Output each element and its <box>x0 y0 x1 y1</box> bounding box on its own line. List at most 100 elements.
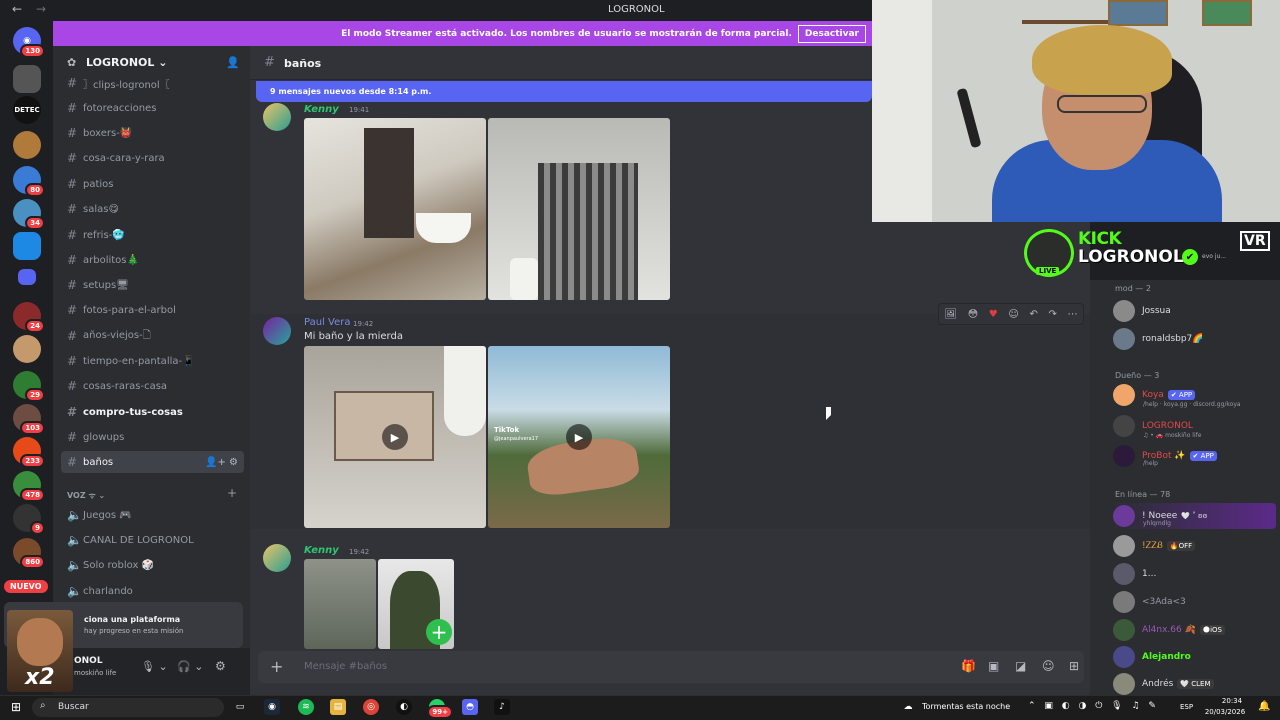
gif-icon[interactable]: ▣ <box>988 659 999 673</box>
message-author[interactable]: Kenny <box>304 545 339 556</box>
reaction-icon[interactable]: 🖼 <box>944 309 957 320</box>
microphone-icon[interactable]: 🎙 ⌄ <box>141 660 168 673</box>
add-reaction-icon[interactable]: ☺ <box>1008 309 1018 320</box>
system-tray-icons[interactable]: ⌃ ▣ ◐ ◑ ⏻ 🎙 ♫ ✎ <box>1028 701 1159 711</box>
voice-channel[interactable]: 🔈 charlando <box>61 580 244 602</box>
new-servers-pill[interactable]: NUEVO <box>4 580 48 593</box>
server-icon[interactable]: 80 <box>13 166 45 197</box>
server-name[interactable]: LOGRONOL ⌄ <box>86 56 167 69</box>
channel-fotoreacciones[interactable]: # fotoreacciones <box>61 97 244 119</box>
headphones-icon[interactable]: 🎧 ⌄ <box>177 660 203 673</box>
server-icon[interactable]: 478 <box>13 471 45 502</box>
channel-refris[interactable]: # refris-🥶 <box>61 224 244 246</box>
gift-icon[interactable]: 🎁 <box>961 659 976 673</box>
attach-plus-icon[interactable]: + <box>270 657 283 676</box>
channel-compro-tus-cosas[interactable]: # compro-tus-cosas <box>61 401 244 423</box>
channel-cosas-raras-casa[interactable]: # cosas-raras-casa <box>61 375 244 397</box>
spotify-icon[interactable]: ≋ <box>298 699 314 715</box>
channel-patios[interactable]: # patios <box>61 173 244 195</box>
avatar[interactable] <box>263 544 291 572</box>
member-row[interactable]: ronaldsbp7🌈 <box>1113 328 1204 350</box>
new-messages-bar[interactable]: 9 mensajes nuevos desde 8:14 p.m. <box>256 81 872 102</box>
server-icon[interactable]: 233 <box>13 437 45 468</box>
play-icon[interactable]: ▶ <box>382 424 408 450</box>
steam-icon[interactable]: ◉ <box>264 699 280 715</box>
server-icon[interactable] <box>13 335 41 363</box>
channel-setups[interactable]: # setups🖥 <box>61 274 244 296</box>
channel-settings-icon[interactable]: 👤+ ⚙ <box>205 457 238 468</box>
server-icon[interactable] <box>13 232 41 260</box>
channel-boxers[interactable]: # boxers-👹 <box>61 122 244 144</box>
message-author[interactable]: Kenny <box>304 104 339 115</box>
avatar[interactable] <box>263 103 291 131</box>
weather-text[interactable]: Tormentas esta noche <box>922 702 1010 711</box>
server-icon[interactable]: 34 <box>13 199 45 230</box>
channel-glowups[interactable]: # glowups <box>61 426 244 448</box>
user-name[interactable]: ONOL <box>74 656 103 666</box>
attachment-video[interactable]: TikTok @jeanpaulvera17 ▶ <box>488 346 670 528</box>
server-icon[interactable] <box>13 131 41 159</box>
windows-start-icon[interactable]: ⊞ <box>8 699 24 715</box>
attachment-image[interactable] <box>304 559 376 649</box>
sticker-icon[interactable]: ◪ <box>1015 659 1026 673</box>
task-view-icon[interactable]: ▭ <box>232 699 248 715</box>
member-row[interactable]: !ᏃᏃᏰ 🔥OFF <box>1113 535 1196 557</box>
add-voice-channel-icon[interactable]: + <box>227 486 237 500</box>
channel-tiempo-en-pantalla[interactable]: # tiempo-en-pantalla-📱 <box>61 350 244 372</box>
server-icon[interactable]: 24 <box>13 302 45 333</box>
disable-streamer-button[interactable]: Desactivar <box>797 24 866 43</box>
attachment-video[interactable]: ▶ <box>304 346 486 528</box>
chrome-icon[interactable]: ◎ <box>363 699 379 715</box>
tiktok-icon[interactable]: ♪ <box>494 699 510 715</box>
avatar[interactable] <box>263 317 291 345</box>
forward-arrow-icon[interactable]: → <box>36 2 46 16</box>
voice-category-header[interactable]: VOZ ᯤ ⌄ <box>67 490 105 501</box>
apps-icon[interactable]: ⊞ <box>1069 659 1079 673</box>
channel-banos[interactable]: # baños 👤+ ⚙ <box>61 451 244 473</box>
clock-time[interactable]: 20:34 <box>1212 697 1252 705</box>
channel-salas[interactable]: # salas😋 <box>61 198 244 220</box>
channel-arbolitos[interactable]: # arbolitos🎄 <box>61 249 244 271</box>
notification-icon[interactable]: 🔔 <box>1258 701 1270 712</box>
obs-icon[interactable]: ◐ <box>396 699 412 715</box>
member-row[interactable]: ProBot ✨ ✔ APP <box>1113 445 1217 467</box>
whatsapp-icon[interactable]: 99+ <box>427 699 453 719</box>
message-author[interactable]: Paul Vera <box>304 317 350 328</box>
channel-fotos-para-el-arbol[interactable]: # fotos-para-el-arbol <box>61 299 244 321</box>
member-row[interactable]: Andrés 🤍 CLEM <box>1113 673 1214 695</box>
clock-date[interactable]: 20/03/2026 <box>1200 708 1250 716</box>
channel-anos-viejos[interactable]: # años-viejos-🗋 <box>61 325 244 347</box>
server-icon[interactable]: 103 <box>13 404 45 435</box>
taskbar-search[interactable]: Buscar <box>32 698 224 717</box>
attachment-image[interactable]: + <box>378 559 454 649</box>
server-icon[interactable]: 860 <box>13 538 45 569</box>
server-icon[interactable]: 29 <box>13 371 45 402</box>
attachment-image[interactable] <box>304 118 486 300</box>
voice-channel[interactable]: 🔈 CANAL DE LOGRONOL <box>61 529 244 551</box>
play-icon[interactable]: ▶ <box>566 424 592 450</box>
discord-icon[interactable]: ◓ <box>462 699 478 715</box>
member-row[interactable]: Alejandro <box>1113 646 1191 668</box>
emoji-icon[interactable]: ☺ <box>1042 659 1055 673</box>
server-detec-icon[interactable]: DETEC <box>13 96 41 124</box>
invite-icon[interactable]: 👤 <box>226 56 240 69</box>
voice-channel[interactable]: 🔈 Solo roblox 🎲 <box>61 554 244 576</box>
server-icon[interactable] <box>13 65 41 93</box>
back-arrow-icon[interactable]: ← <box>12 2 22 16</box>
member-row[interactable]: Al4nx.66 🍂 🌑iOS <box>1113 619 1225 641</box>
reply-icon[interactable]: ↶ <box>1030 309 1038 320</box>
member-row[interactable]: Jossua <box>1113 300 1171 322</box>
discord-home-icon[interactable]: ◉ 130 <box>13 27 45 58</box>
reaction-icon[interactable]: 😳 <box>968 309 978 320</box>
user-settings-gear-icon[interactable]: ⚙ <box>215 659 226 673</box>
language-indicator[interactable]: ESP <box>1180 703 1193 711</box>
forward-icon[interactable]: ↷ <box>1049 309 1057 320</box>
file-explorer-icon[interactable]: ▤ <box>330 699 346 715</box>
channel-cosa-cara-y-rara[interactable]: # cosa-cara-y-rara <box>61 147 244 169</box>
reaction-heart-icon[interactable]: ♥ <box>989 309 998 320</box>
member-row[interactable]: <3Ada<3 <box>1113 591 1186 613</box>
more-options-icon[interactable]: ⋯ <box>1068 309 1078 320</box>
folder-icon[interactable] <box>18 269 36 285</box>
channel-clips[interactable]: # 〗clips-logronol〖 <box>61 72 244 94</box>
voice-channel[interactable]: 🔈 Juegos 🎮 <box>61 504 244 526</box>
